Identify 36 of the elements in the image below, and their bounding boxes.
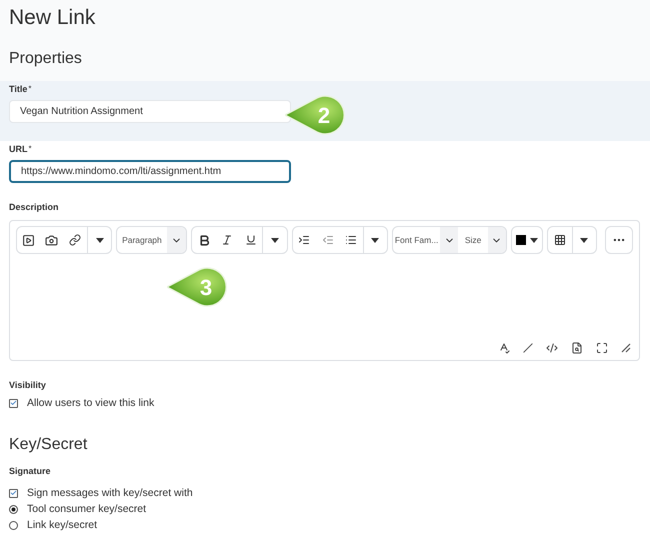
- field-label: Visibility: [9, 381, 47, 390]
- slash-icon[interactable]: [523, 343, 533, 353]
- caret-icon: [580, 238, 588, 242]
- option-label: Link key/secret: [27, 520, 98, 530]
- option-label: Sign messages with key/secret with: [27, 488, 193, 498]
- radio-button[interactable]: [9, 520, 18, 530]
- callout-number: 2: [316, 102, 332, 130]
- callout-number: 3: [198, 274, 214, 302]
- caret-icon: [96, 238, 104, 242]
- url-field[interactable]: https://www.mindomo.com/lti/assignment.htm: [9, 160, 291, 183]
- checkbox[interactable]: [9, 398, 18, 408]
- caret-icon: [530, 238, 538, 242]
- caret-icon: [371, 238, 380, 242]
- preview-icon[interactable]: [571, 342, 583, 354]
- radio-button[interactable]: [9, 504, 18, 514]
- required-mark: *: [28, 145, 32, 154]
- checkbox[interactable]: [9, 488, 18, 498]
- resize-handle-icon[interactable]: [621, 343, 631, 353]
- title-field[interactable]: Vegan Nutrition Assignment: [9, 100, 291, 123]
- size-select[interactable]: Size: [458, 227, 488, 253]
- format-select[interactable]: Paragraph: [117, 227, 167, 253]
- option-label: Tool consumer key/secret: [27, 504, 146, 514]
- field-label: Title: [9, 85, 28, 94]
- field-label: Description: [9, 203, 60, 212]
- code-icon[interactable]: [546, 342, 558, 354]
- field-label: URL: [9, 145, 28, 154]
- required-mark: *: [28, 85, 32, 94]
- field-label: Signature: [9, 467, 52, 476]
- fullscreen-icon[interactable]: [596, 342, 608, 354]
- section-heading: Key/Secret: [9, 437, 88, 453]
- page-title: New Link: [9, 7, 96, 28]
- caret-icon: [270, 238, 279, 242]
- font-select[interactable]: Font Fam...: [392, 227, 440, 253]
- section-heading: Properties: [9, 51, 83, 67]
- option-label: Allow users to view this link: [27, 398, 154, 408]
- spellcheck-icon[interactable]: [498, 342, 510, 354]
